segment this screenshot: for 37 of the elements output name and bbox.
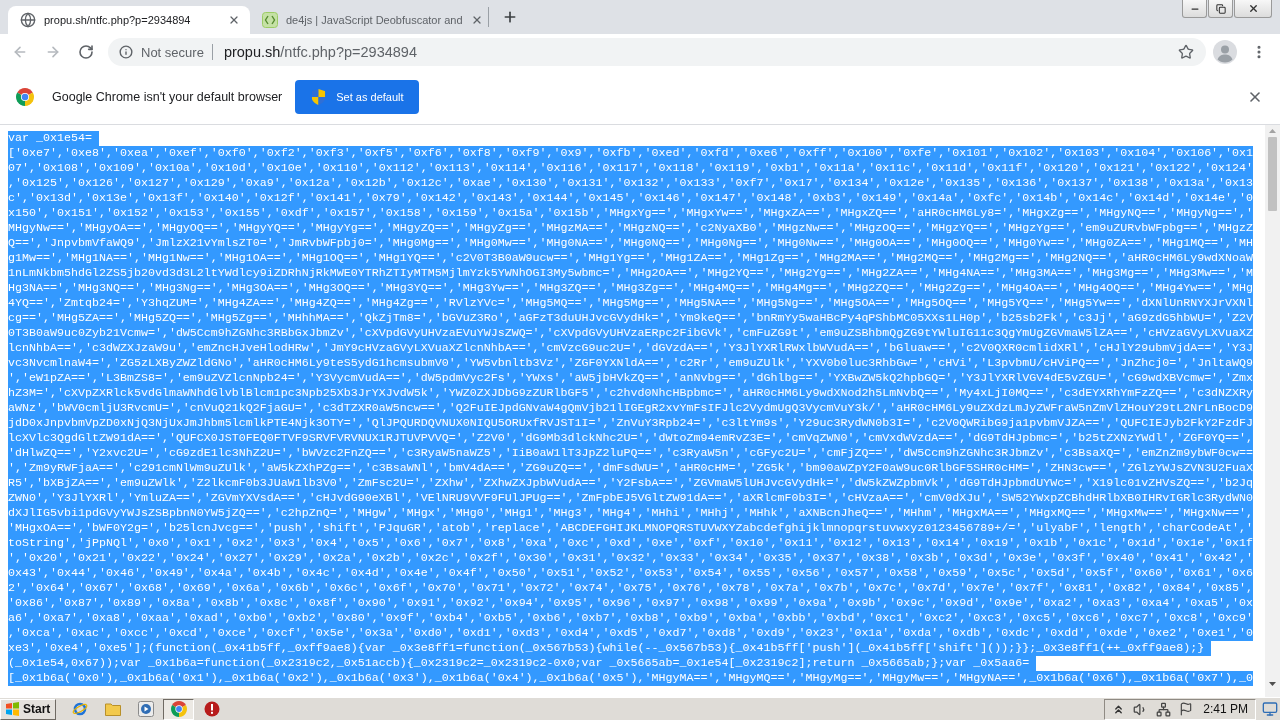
restore-icon bbox=[1215, 3, 1226, 14]
start-button[interactable]: Start bbox=[0, 698, 56, 720]
new-tab-icon[interactable] bbox=[502, 9, 518, 25]
play-circle-icon bbox=[137, 701, 154, 717]
reload-icon[interactable] bbox=[78, 44, 94, 60]
security-label: Not secure bbox=[141, 44, 204, 60]
close-button[interactable] bbox=[1234, 0, 1272, 18]
network-icon[interactable] bbox=[1156, 701, 1172, 717]
close-icon bbox=[1247, 3, 1259, 14]
windows-logo-icon bbox=[5, 702, 20, 716]
close-tab-icon[interactable] bbox=[228, 14, 240, 26]
folder-icon bbox=[104, 702, 121, 716]
clock-time: 2:41 PM bbox=[1203, 702, 1248, 716]
orbit-ring-icon bbox=[71, 701, 88, 717]
address-bar[interactable]: Not secure propu.sh/ntfc.php?p=2934894 bbox=[108, 38, 1206, 66]
globe-icon bbox=[20, 12, 36, 28]
avatar-icon[interactable] bbox=[1213, 40, 1237, 64]
close-icon[interactable] bbox=[1247, 89, 1263, 105]
restore-button[interactable] bbox=[1208, 0, 1233, 18]
site-logo-icon bbox=[262, 12, 278, 28]
shield-icon bbox=[311, 89, 327, 105]
url-text: propu.sh/ntfc.php?p=2934894 bbox=[223, 44, 417, 60]
bookmark-star-icon[interactable] bbox=[1178, 44, 1194, 60]
show-desktop-icon[interactable] bbox=[1262, 701, 1278, 717]
browser-logo-icon bbox=[170, 701, 187, 717]
scroll-down-icon[interactable] bbox=[1269, 682, 1276, 686]
taskbar-button[interactable] bbox=[163, 698, 194, 720]
set-default-button[interactable]: Set as default bbox=[295, 80, 419, 114]
infobar-message: Google Chrome isn't your default browser bbox=[52, 90, 283, 104]
browser-tab[interactable]: propu.sh/ntfc.php?p=2934894 bbox=[8, 6, 250, 34]
flag-icon[interactable] bbox=[1179, 702, 1194, 716]
browser-logo-icon bbox=[16, 88, 34, 106]
scrollbar-thumb[interactable] bbox=[1268, 137, 1277, 211]
info-icon[interactable] bbox=[119, 45, 133, 59]
exclamation-circle-icon bbox=[203, 701, 220, 717]
browser-tab[interactable]: de4js | JavaScript Deobfuscator and bbox=[250, 6, 492, 34]
minimize-button[interactable] bbox=[1182, 0, 1207, 18]
